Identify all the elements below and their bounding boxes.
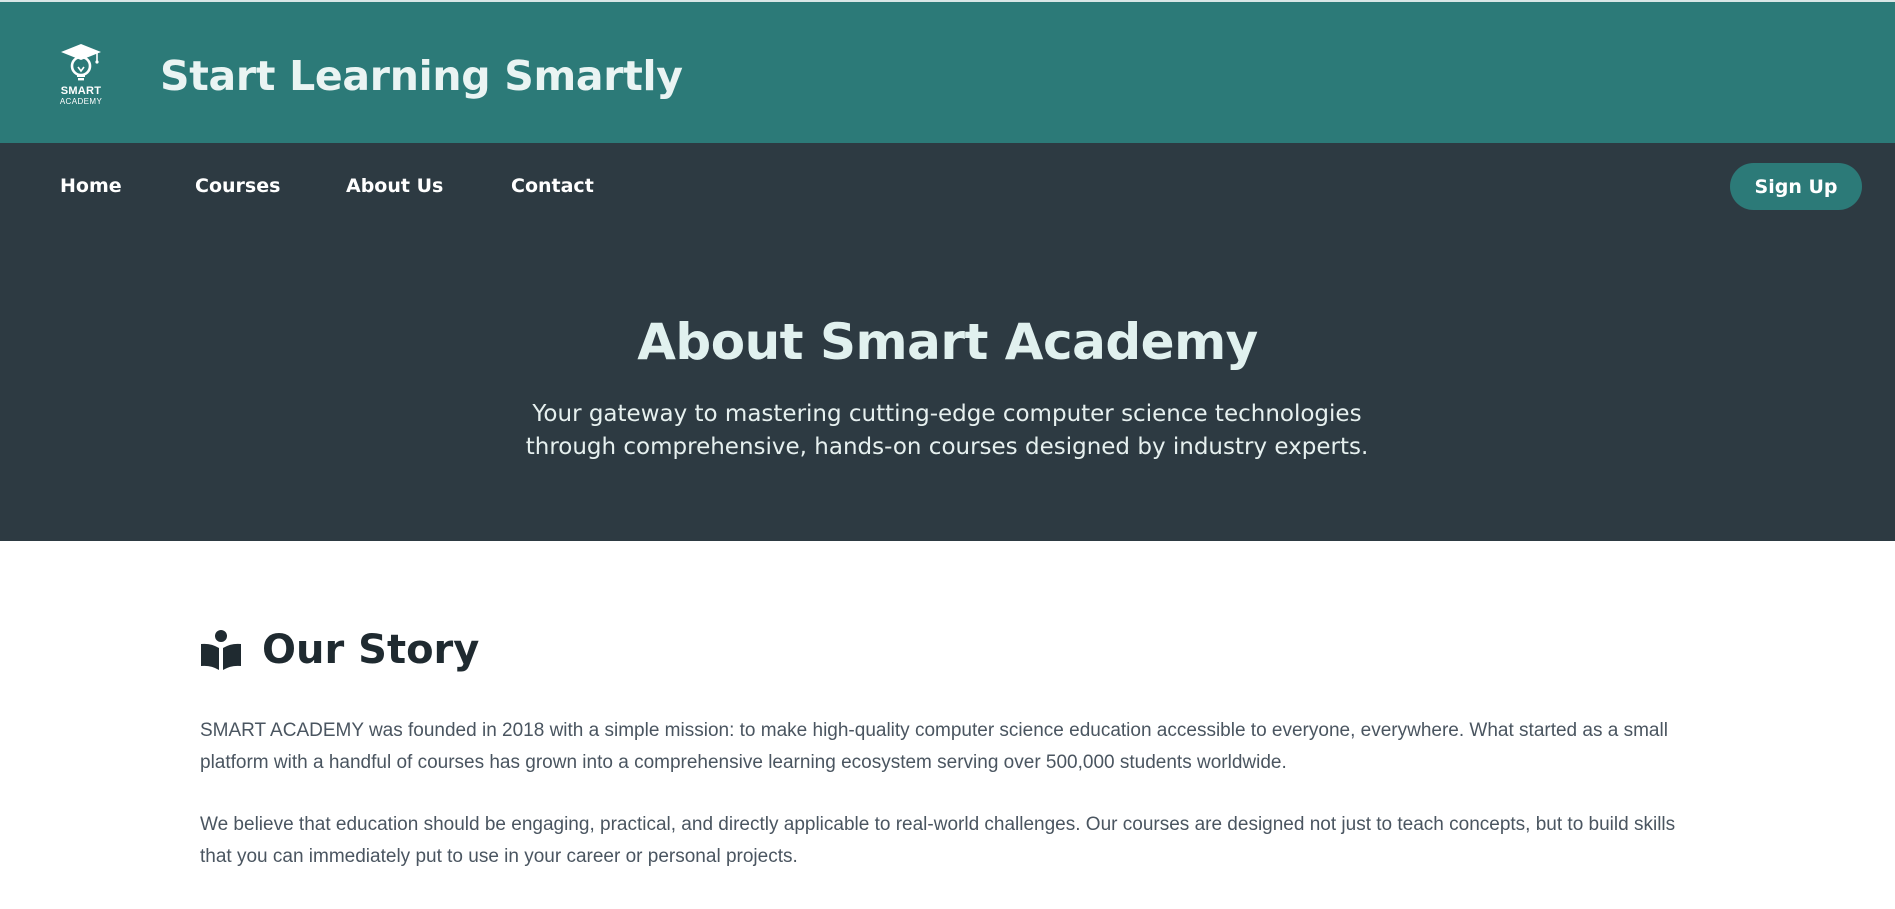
- logo[interactable]: SMART ACADEMY: [56, 42, 106, 108]
- nav-link-home[interactable]: Home: [60, 175, 122, 197]
- story-paragraph-2: We believe that education should be enga…: [200, 814, 1676, 867]
- site-header: SMART ACADEMY Start Learning Smartly: [0, 0, 1895, 143]
- hero-subtitle: Your gateway to mastering cutting-edge c…: [525, 401, 1369, 460]
- logo-text-line1: SMART: [60, 85, 102, 97]
- lightbulb-graduation-cap-icon: [61, 44, 101, 81]
- our-story-section: Our Story SMART ACADEMY was founded in 2…: [200, 541, 1700, 909]
- site-title: Start Learning Smartly: [160, 52, 683, 100]
- story-paragraph-1: SMART ACADEMY was founded in 2018 with a…: [200, 720, 1668, 773]
- sign-up-button[interactable]: Sign Up: [1730, 163, 1862, 210]
- book-reader-icon: [201, 630, 241, 670]
- hero-title: About Smart Academy: [637, 313, 1258, 371]
- nav-link-contact[interactable]: Contact: [511, 175, 594, 197]
- main-navigation: Home Courses About Us Contact Sign Up: [0, 143, 1895, 233]
- nav-link-about-us[interactable]: About Us: [346, 175, 443, 197]
- logo-text-line2: ACADEMY: [59, 97, 103, 106]
- section-heading: Our Story: [200, 627, 479, 673]
- section-title: Our Story: [262, 627, 480, 673]
- hero-section: About Smart Academy Your gateway to mast…: [0, 233, 1895, 541]
- nav-link-courses[interactable]: Courses: [195, 175, 280, 197]
